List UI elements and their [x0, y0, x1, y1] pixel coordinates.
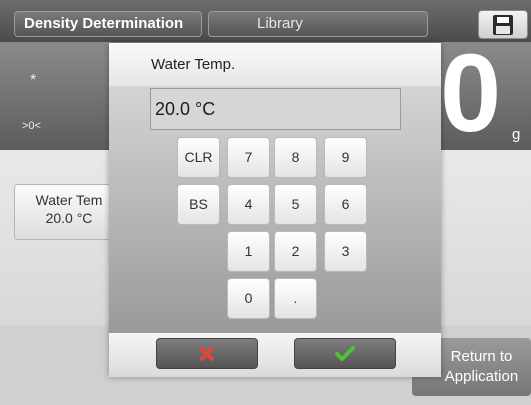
value-input[interactable]: 20.0 °C: [150, 88, 401, 130]
cancel-button[interactable]: [156, 338, 258, 369]
key-3[interactable]: 3: [324, 231, 367, 272]
stability-indicator: *: [30, 72, 37, 89]
return-line-2: Application: [444, 368, 519, 385]
key-6[interactable]: 6: [324, 184, 367, 225]
key-4[interactable]: 4: [227, 184, 270, 225]
red-x-icon: [200, 346, 214, 361]
tab-library[interactable]: Library: [208, 11, 428, 37]
weight-unit: g: [512, 126, 521, 143]
key-7[interactable]: 7: [227, 137, 270, 178]
key-5[interactable]: 5: [274, 184, 317, 225]
water-temp-card[interactable]: Water Tem 20.0 °C: [14, 184, 124, 240]
water-temp-label: Water Tem: [35, 192, 103, 208]
confirm-button[interactable]: [294, 338, 396, 369]
return-line-1: Return to: [450, 348, 513, 365]
weight-reading: 0: [440, 32, 502, 155]
key-dot[interactable]: .: [274, 278, 317, 319]
key-1[interactable]: 1: [227, 231, 270, 272]
zero-indicator: >0<: [22, 120, 41, 132]
key-bs[interactable]: BS: [177, 184, 220, 225]
key-2[interactable]: 2: [274, 231, 317, 272]
green-check-icon: [335, 345, 355, 361]
key-clr[interactable]: CLR: [177, 137, 220, 178]
key-0[interactable]: 0: [227, 278, 270, 319]
tab-density-determination[interactable]: Density Determination: [14, 11, 202, 37]
dialog-title: Water Temp.: [109, 43, 441, 86]
key-8[interactable]: 8: [274, 137, 317, 178]
water-temp-dialog: Water Temp. 20.0 °C CLR 7 8 9 BS 4 5 6 1…: [109, 43, 441, 377]
key-9[interactable]: 9: [324, 137, 367, 178]
water-temp-value: 20.0 °C: [45, 210, 93, 226]
